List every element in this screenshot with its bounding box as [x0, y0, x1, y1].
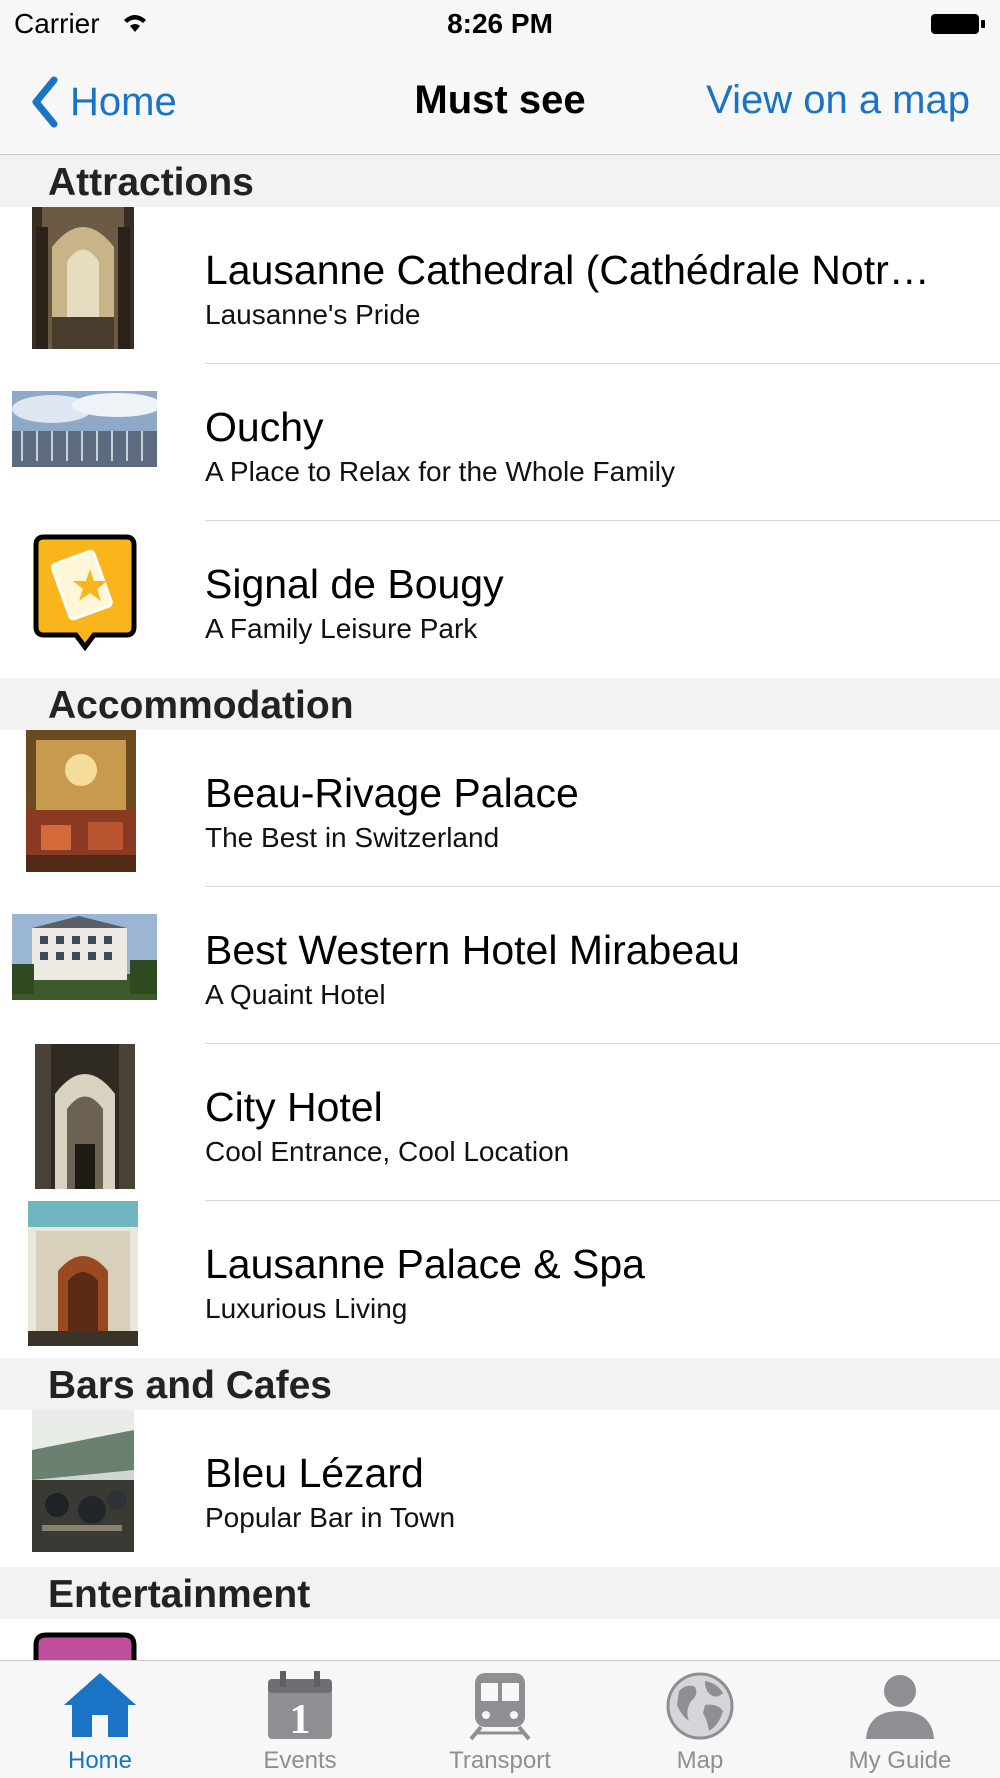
tab-label: My Guide [848, 1747, 952, 1774]
item-title: City Hotel [205, 1084, 383, 1130]
train-icon [469, 1673, 531, 1741]
tab-transport[interactable]: Transport [400, 1661, 600, 1778]
house-icon [64, 1673, 136, 1737]
person-icon [866, 1675, 934, 1739]
screen: Carrier 8:26 PM Home Must see View on a … [0, 0, 1000, 1778]
tab-label: Events [263, 1747, 337, 1774]
list-item[interactable]: Ouchy A Place to Relax for the Whole Fam… [0, 364, 1000, 521]
tab-bar: Home 1 Events Transport Map My Guide [0, 1660, 1000, 1778]
item-title: Best Western Hotel Mirabeau [205, 927, 740, 973]
cathedral-photo [32, 207, 134, 349]
list-item[interactable]: Best Western Hotel Mirabeau A Quaint Hot… [0, 887, 1000, 1044]
list-item[interactable]: Signal de Bougy A Family Leisure Park [0, 521, 1000, 678]
clock: 8:26 PM [447, 8, 553, 39]
tab-label: Map [676, 1747, 724, 1774]
bar-photo [32, 1410, 134, 1552]
ticket-icon [32, 533, 138, 651]
back-button[interactable]: Home [28, 74, 177, 130]
list-item[interactable]: Bleu Lézard Popular Bar in Town [0, 1410, 1000, 1567]
section-header-attractions: Attractions [0, 155, 1000, 207]
tab-label: Home [67, 1747, 133, 1774]
list-item[interactable]: Beau-Rivage Palace The Best in Switzerla… [0, 730, 1000, 887]
hotel-entrance-photo [35, 1044, 135, 1189]
entertainment-icon [32, 1631, 138, 1660]
chevron-left-icon [32, 76, 58, 128]
navigation-bar: Home Must see View on a map [0, 50, 1000, 155]
hotel-building-photo [12, 914, 157, 1000]
item-subtitle: A Place to Relax for the Whole Family [205, 456, 675, 487]
section-header-accommodation: Accommodation [0, 678, 1000, 730]
item-title: Signal de Bougy [205, 561, 504, 607]
item-subtitle: A Family Leisure Park [205, 613, 478, 644]
item-subtitle: Popular Bar in Town [205, 1502, 456, 1533]
item-subtitle: The Best in Switzerland [205, 822, 500, 853]
item-title: Ouchy [205, 404, 324, 450]
list-item[interactable]: Lausanne Cathedral (Cathédrale Notr… Lau… [0, 207, 1000, 364]
section-title: Attractions [48, 161, 254, 204]
item-subtitle: Lausanne's Pride [205, 299, 421, 330]
ouchy-photo [12, 391, 157, 467]
tab-events[interactable]: 1 Events [200, 1661, 400, 1778]
tab-my-guide[interactable]: My Guide [800, 1661, 1000, 1778]
tab-map[interactable]: Map [600, 1661, 800, 1778]
list-item[interactable]: Lausanne Palace & Spa Luxurious Living [0, 1201, 1000, 1358]
svg-text:1: 1 [290, 1697, 311, 1741]
item-title: Lausanne Cathedral (Cathédrale Notr… [205, 247, 930, 293]
item-title: Beau-Rivage Palace [205, 770, 579, 816]
item-title: Bleu Lézard [205, 1450, 424, 1496]
battery-icon [931, 14, 985, 34]
item-subtitle: A Quaint Hotel [205, 979, 386, 1010]
item-title: Lausanne Palace & Spa [205, 1241, 645, 1287]
section-header-bars-and-cafes: Bars and Cafes [0, 1358, 1000, 1410]
item-subtitle: Luxurious Living [205, 1293, 408, 1324]
view-on-map-button[interactable]: View on a map [706, 78, 970, 123]
hotel-interior-photo [26, 730, 136, 872]
back-label: Home [70, 79, 177, 124]
calendar-icon: 1 [268, 1671, 332, 1741]
section-title: Accommodation [48, 684, 354, 727]
list-item-partial[interactable] [0, 1619, 1000, 1660]
list-item[interactable]: City Hotel Cool Entrance, Cool Location [0, 1044, 1000, 1201]
palace-photo [28, 1201, 138, 1346]
section-header-entertainment: Entertainment [0, 1567, 1000, 1619]
must-see-list[interactable]: Attractions Lausanne Cathedral (Cathédra… [0, 155, 1000, 1660]
status-bar: Carrier 8:26 PM [0, 0, 1000, 50]
tab-home[interactable]: Home [0, 1661, 200, 1778]
item-subtitle: Cool Entrance, Cool Location [205, 1136, 570, 1167]
globe-icon [666, 1672, 734, 1740]
section-title: Entertainment [48, 1573, 311, 1616]
section-title: Bars and Cafes [48, 1364, 332, 1407]
tab-label: Transport [449, 1747, 551, 1774]
